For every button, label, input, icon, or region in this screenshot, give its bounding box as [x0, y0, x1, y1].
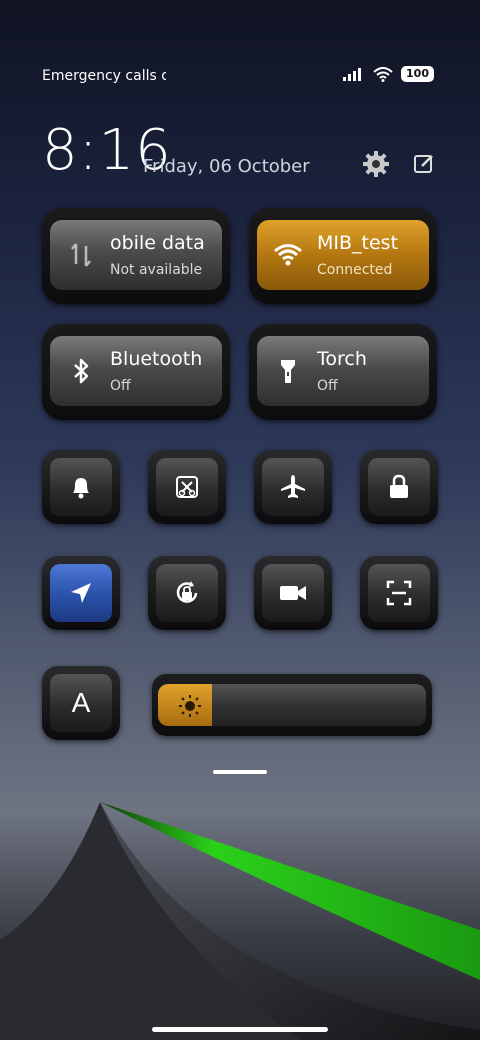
bluetooth-tile[interactable]: Bluetooth Off	[42, 324, 230, 420]
airplane-toggle[interactable]	[254, 450, 332, 524]
bell-icon	[73, 478, 89, 499]
rotation-lock-icon	[176, 581, 198, 603]
torch-tile[interactable]: Torch Off	[249, 324, 437, 420]
battery-icon: 100	[401, 66, 434, 82]
wifi-icon	[274, 244, 302, 266]
wifi-tile[interactable]: MIB_test Connected	[249, 208, 437, 304]
mobile-data-icon	[71, 243, 91, 267]
text-size-label: A	[71, 687, 91, 718]
navigation-bar[interactable]	[152, 1027, 328, 1032]
tile-title: MIB_test	[317, 232, 399, 254]
scan-icon	[386, 580, 412, 606]
brightness-icon	[179, 695, 201, 717]
location-icon	[71, 583, 91, 603]
date[interactable]: Friday, 06 October	[143, 156, 310, 177]
tile-title: Bluetooth	[110, 348, 203, 370]
tile-subtitle: Off	[317, 378, 338, 394]
lock-icon	[390, 474, 408, 498]
location-toggle[interactable]	[42, 556, 120, 630]
signal-icon	[343, 68, 362, 81]
scan-toggle[interactable]	[360, 556, 438, 630]
screenshot-toggle[interactable]	[148, 450, 226, 524]
edit-icon[interactable]	[410, 150, 438, 178]
tile-subtitle: Connected	[317, 262, 393, 278]
screen-record-toggle[interactable]	[254, 556, 332, 630]
brightness-slider[interactable]	[152, 674, 432, 736]
video-icon	[280, 586, 306, 600]
gear-icon[interactable]	[362, 150, 390, 178]
airplane-icon	[281, 475, 305, 498]
torch-icon	[281, 360, 295, 383]
text-size-toggle[interactable]: A	[42, 666, 120, 740]
carrier-text: Emergency calls o	[42, 68, 166, 84]
status-bar: Emergency calls o 100	[42, 64, 434, 88]
bluetooth-icon	[74, 358, 89, 384]
lock-toggle[interactable]	[360, 450, 438, 524]
drag-handle[interactable]	[213, 770, 267, 774]
silent-toggle[interactable]	[42, 450, 120, 524]
mobile-data-tile[interactable]: obile data Not available	[42, 208, 230, 304]
tile-title: obile data	[110, 232, 205, 254]
wifi-icon	[373, 66, 393, 82]
rotation-lock-toggle[interactable]	[148, 556, 226, 630]
tile-subtitle: Not available	[110, 262, 203, 278]
wallpaper-swoosh	[0, 802, 480, 1040]
screenshot-icon	[176, 476, 198, 498]
tile-subtitle: Off	[110, 378, 131, 394]
tile-title: Torch	[317, 348, 367, 370]
